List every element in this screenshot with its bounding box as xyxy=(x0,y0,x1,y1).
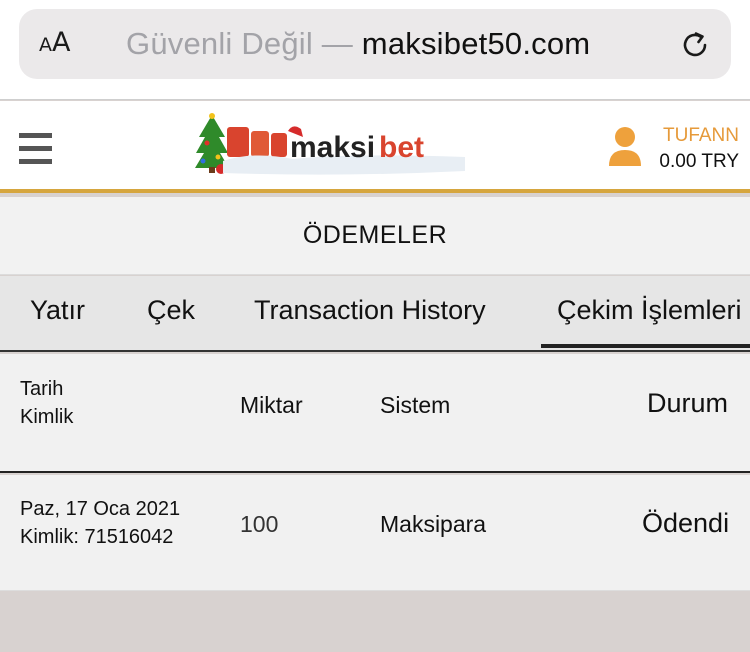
active-tab-indicator xyxy=(541,344,750,348)
table-header: Tarih Kimlik Miktar Sistem Durum xyxy=(0,354,750,473)
page-title-bar: ÖDEMELER xyxy=(0,197,750,275)
row-status: Ödendi xyxy=(642,508,730,538)
tab-transaction-history[interactable]: Transaction History xyxy=(254,295,486,326)
user-avatar-icon[interactable] xyxy=(608,126,642,168)
payment-tabs: Yatır Çek Transaction History Çekim İşle… xyxy=(0,276,750,352)
tab-deposit[interactable]: Yatır xyxy=(30,295,85,326)
page-title: ÖDEMELER xyxy=(302,221,448,249)
browser-address-bar: AA Güvenli Değil — maksibet50.com xyxy=(0,0,750,100)
tab-withdraw[interactable]: Çek xyxy=(147,295,195,326)
text-size-small-label: A xyxy=(39,34,52,56)
security-warning-label: Güvenli Değil — xyxy=(126,26,362,61)
header-status: Durum xyxy=(647,388,729,418)
header-system: Sistem xyxy=(380,392,451,418)
url-field[interactable]: AA Güvenli Değil — maksibet50.com xyxy=(19,9,731,79)
row-id: Kimlik: 71516042 xyxy=(20,526,174,548)
header-amount: Miktar xyxy=(240,392,303,418)
row-system: Maksipara xyxy=(380,511,487,537)
table-row: Paz, 17 Oca 2021 Kimlik: 71516042 100 Ma… xyxy=(0,475,750,591)
url-domain: maksibet50.com xyxy=(361,26,591,61)
text-size-big-label: A xyxy=(52,27,71,58)
site-header: maksi bet TUFANN 0.00 TRY xyxy=(0,101,750,193)
svg-text:bet: bet xyxy=(379,131,424,164)
username[interactable]: TUFANN xyxy=(663,125,739,147)
header-id: Kimlik xyxy=(20,406,74,428)
header-date: Tarih xyxy=(20,378,64,400)
maksibet-logo[interactable]: maksi bet xyxy=(193,113,465,177)
menu-icon[interactable] xyxy=(19,133,53,165)
reload-icon[interactable] xyxy=(678,28,712,62)
account-balance: 0.00 TRY xyxy=(659,151,739,172)
tab-withdrawal-transactions[interactable]: Çekim İşlemleri xyxy=(557,295,742,326)
text-size-button[interactable]: AA xyxy=(39,27,70,58)
row-date: Paz, 17 Oca 2021 xyxy=(20,498,181,520)
row-amount: 100 xyxy=(240,511,279,537)
svg-text:maksi: maksi xyxy=(290,131,375,164)
url-text[interactable]: Güvenli Değil — maksibet50.com xyxy=(126,26,590,62)
